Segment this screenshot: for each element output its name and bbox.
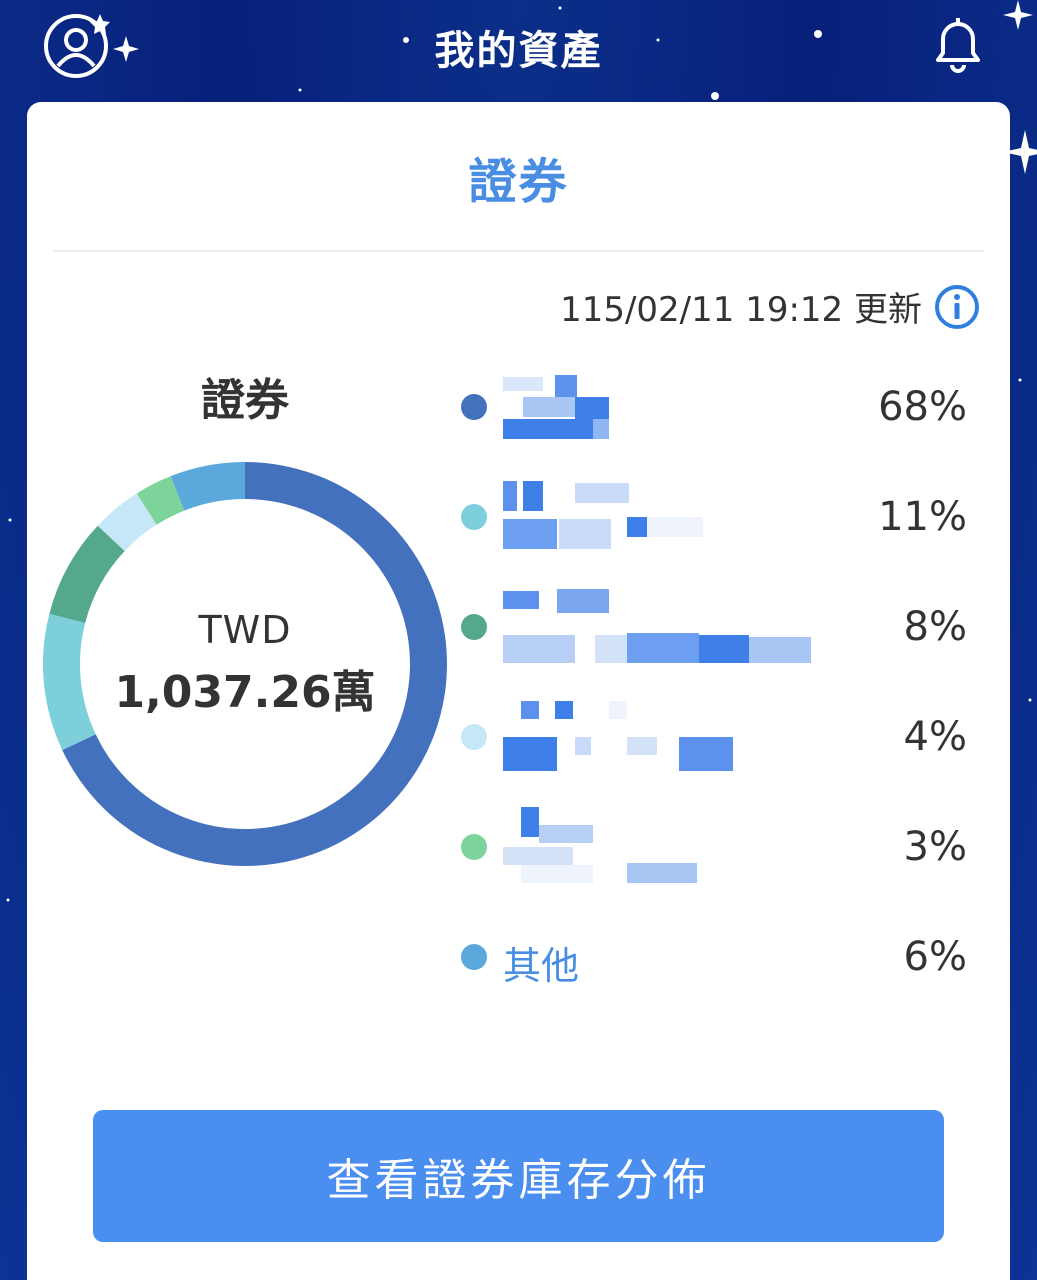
legend-item[interactable]: 8% bbox=[457, 572, 977, 682]
update-row: 115/02/11 19:12 更新 bbox=[560, 282, 980, 331]
legend-name-obscured bbox=[503, 697, 823, 777]
legend-percent: 8% bbox=[903, 604, 967, 650]
legend-dot bbox=[461, 724, 487, 750]
update-timestamp: 115/02/11 19:12 更新 bbox=[560, 290, 922, 330]
legend-dot bbox=[461, 834, 487, 860]
legend-dot bbox=[461, 614, 487, 640]
legend-item-other[interactable]: 其他 6% bbox=[457, 902, 977, 1012]
legend-item[interactable]: 68% bbox=[457, 352, 977, 462]
currency-label: TWD bbox=[198, 608, 292, 652]
view-inventory-distribution-button[interactable]: 查看證券庫存分佈 bbox=[93, 1110, 944, 1242]
legend-name-obscured bbox=[503, 367, 823, 447]
legend-name-obscured bbox=[503, 477, 823, 557]
info-icon[interactable] bbox=[934, 284, 980, 330]
legend-name-obscured bbox=[503, 807, 823, 887]
legend-name: 其他 bbox=[503, 944, 580, 988]
legend-dot bbox=[461, 944, 487, 970]
legend-percent: 6% bbox=[903, 934, 967, 980]
donut-center: TWD 1,037.26萬 bbox=[41, 460, 449, 868]
securities-card: 證券 115/02/11 19:12 更新 證券 TWD 1,037.26萬 6… bbox=[27, 102, 1010, 1280]
legend-dot bbox=[461, 504, 487, 530]
legend-percent: 11% bbox=[878, 494, 967, 540]
legend-percent: 68% bbox=[878, 384, 967, 430]
app-header: 我的資產 bbox=[0, 0, 1037, 100]
bell-icon bbox=[936, 18, 980, 73]
legend-item[interactable]: 4% bbox=[457, 682, 977, 792]
tab-securities[interactable]: 證券 bbox=[27, 142, 1010, 212]
legend-percent: 4% bbox=[903, 714, 967, 760]
notifications-button[interactable] bbox=[928, 12, 988, 76]
legend-name-obscured bbox=[503, 587, 823, 667]
legend-percent: 3% bbox=[903, 824, 967, 870]
legend-item[interactable]: 3% bbox=[457, 792, 977, 902]
legend-item[interactable]: 11% bbox=[457, 462, 977, 572]
total-amount: 1,037.26萬 bbox=[114, 667, 376, 718]
allocation-legend: 68% 11% 8% 4% 3% 其他 6% bbox=[457, 352, 977, 1012]
page-title: 我的資產 bbox=[434, 28, 603, 74]
legend-dot bbox=[461, 394, 487, 420]
divider bbox=[53, 250, 984, 252]
section-label: 證券 bbox=[201, 375, 289, 426]
